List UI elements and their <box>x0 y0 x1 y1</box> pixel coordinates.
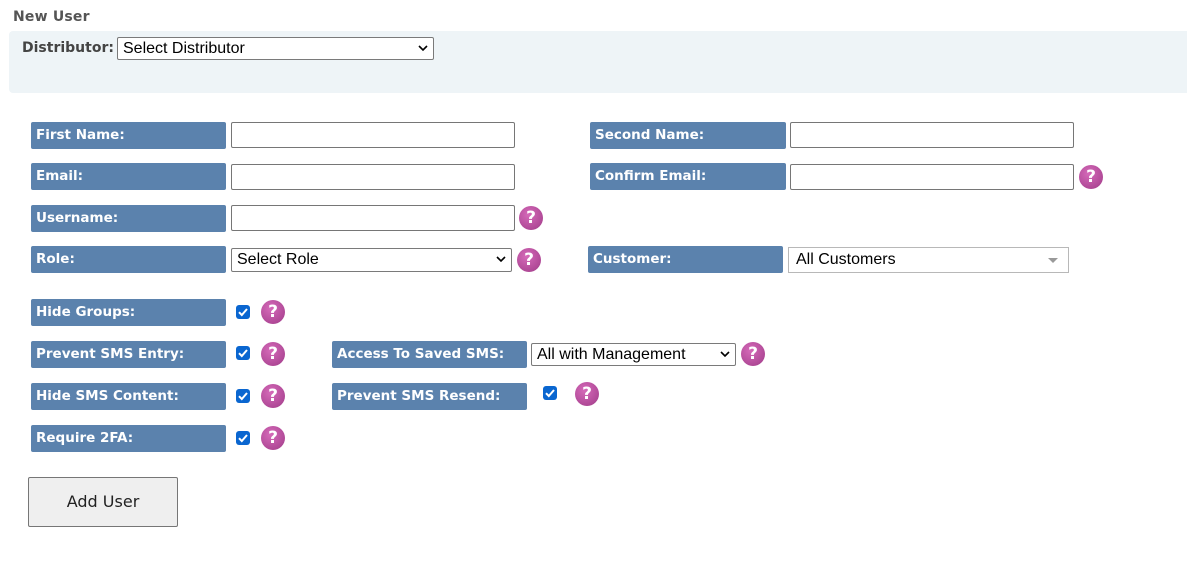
help-icon[interactable]: ? <box>261 384 285 408</box>
prevent-sms-resend-label: Prevent SMS Resend: <box>332 383 527 410</box>
hide-sms-content-label: Hide SMS Content: <box>31 383 226 410</box>
second-name-label: Second Name: <box>590 122 786 149</box>
username-input[interactable] <box>231 205 515 231</box>
prevent-sms-entry-label: Prevent SMS Entry: <box>31 341 226 368</box>
chevron-down-icon <box>418 45 428 52</box>
checkmark-icon <box>238 392 248 401</box>
access-saved-sms-select[interactable]: All with Management <box>531 343 736 366</box>
role-select[interactable]: Select Role <box>231 248 512 272</box>
access-saved-sms-value: All with Management <box>537 346 686 363</box>
add-user-button[interactable]: Add User <box>28 477 178 527</box>
hide-groups-checkbox[interactable] <box>236 305 250 319</box>
page-title: New User <box>13 9 90 25</box>
triangle-down-icon <box>1048 258 1058 263</box>
help-icon[interactable]: ? <box>1079 165 1103 189</box>
chevron-down-icon <box>720 351 730 358</box>
help-icon[interactable]: ? <box>261 426 285 450</box>
help-icon[interactable]: ? <box>261 342 285 366</box>
checkmark-icon <box>238 349 248 358</box>
email-input[interactable] <box>231 164 515 190</box>
email-label: Email: <box>31 163 226 190</box>
hide-groups-label: Hide Groups: <box>31 299 226 326</box>
help-icon[interactable]: ? <box>575 382 599 406</box>
customer-select-value: All Customers <box>796 251 896 268</box>
checkmark-icon <box>238 434 248 443</box>
customer-select[interactable]: All Customers <box>788 247 1069 273</box>
help-icon[interactable]: ? <box>517 248 541 272</box>
first-name-label: First Name: <box>31 122 226 149</box>
hide-sms-content-checkbox[interactable] <box>236 389 250 403</box>
distributor-label: Distributor: <box>22 40 114 56</box>
distributor-select-value: Select Distributor <box>123 40 245 57</box>
distributor-select[interactable]: Select Distributor <box>117 37 434 60</box>
require-2fa-checkbox[interactable] <box>236 431 250 445</box>
confirm-email-label: Confirm Email: <box>590 163 786 190</box>
customer-label: Customer: <box>588 246 783 273</box>
username-label: Username: <box>31 205 226 232</box>
prevent-sms-resend-checkbox[interactable] <box>543 386 557 400</box>
confirm-email-input[interactable] <box>790 164 1074 190</box>
help-icon[interactable]: ? <box>261 300 285 324</box>
access-saved-sms-label: Access To Saved SMS: <box>332 341 527 368</box>
checkmark-icon <box>545 389 555 398</box>
help-icon[interactable]: ? <box>519 206 543 230</box>
role-select-value: Select Role <box>237 251 319 268</box>
role-label: Role: <box>31 246 226 273</box>
prevent-sms-entry-checkbox[interactable] <box>236 346 250 360</box>
second-name-input[interactable] <box>790 122 1074 148</box>
chevron-down-icon <box>496 256 506 263</box>
first-name-input[interactable] <box>231 122 515 148</box>
help-icon[interactable]: ? <box>741 342 765 366</box>
require-2fa-label: Require 2FA: <box>31 425 226 452</box>
checkmark-icon <box>238 308 248 317</box>
